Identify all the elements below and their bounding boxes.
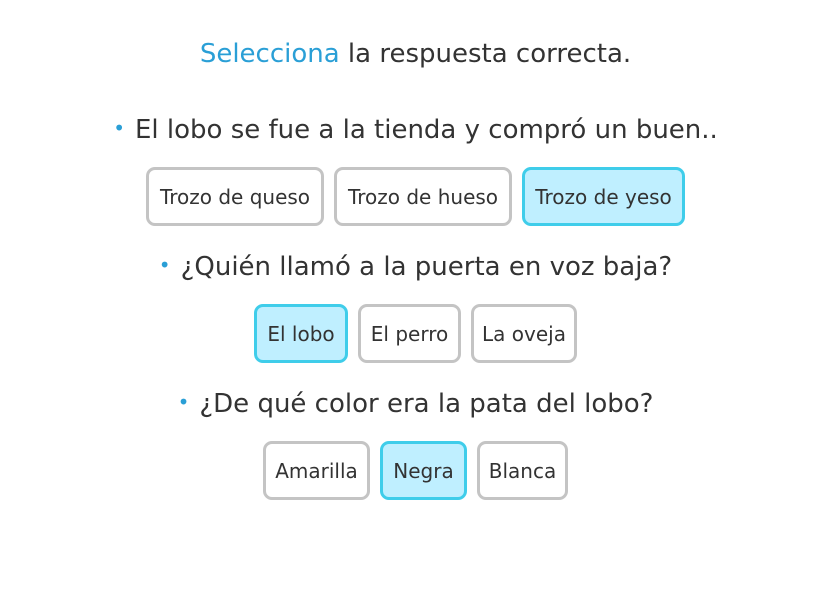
question-2: • ¿Quién llamó a la puerta en voz baja? [0,247,831,285]
question-2-text: ¿Quién llamó a la puerta en voz baja? [180,252,673,282]
question-1-options: Trozo de queso Trozo de hueso Trozo de y… [0,167,831,226]
option-trozo-de-queso[interactable]: Trozo de queso [146,167,324,226]
bullet-icon: • [158,253,171,277]
instruction-highlight: Selecciona [199,39,340,69]
question-1: • El lobo se fue a la tienda y compró un … [0,110,831,148]
question-3: • ¿De qué color era la pata del lobo? [0,384,831,422]
option-el-lobo[interactable]: El lobo [254,304,348,363]
option-amarilla[interactable]: Amarilla [263,441,370,500]
option-trozo-de-yeso[interactable]: Trozo de yeso [522,167,685,226]
option-blanca[interactable]: Blanca [477,441,568,500]
bullet-icon: • [113,116,125,140]
option-negra[interactable]: Negra [380,441,467,500]
option-la-oveja[interactable]: La oveja [471,304,577,363]
instruction-text: la respuesta correcta. [339,39,632,69]
option-trozo-de-hueso[interactable]: Trozo de hueso [334,167,512,226]
instruction-heading: Selecciona la respuesta correcta. [0,36,831,72]
bullet-icon: • [177,390,190,414]
question-2-options: El lobo El perro La oveja [0,304,831,363]
quiz-page: Selecciona la respuesta correcta. • El lo… [0,0,831,594]
question-1-text: El lobo se fue a la tienda y compró un b… [134,115,718,145]
question-3-options: Amarilla Negra Blanca [0,441,831,500]
question-3-text: ¿De qué color era la pata del lobo? [199,389,654,419]
option-el-perro[interactable]: El perro [358,304,461,363]
